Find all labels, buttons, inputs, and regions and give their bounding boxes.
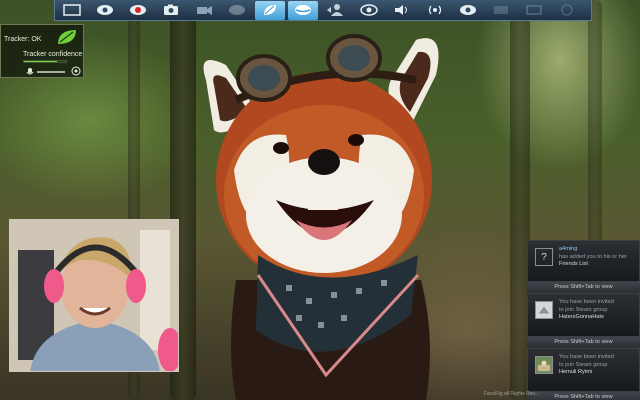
circle-button[interactable] [552, 1, 582, 20]
eye-button[interactable] [90, 1, 120, 20]
right-eye [348, 134, 364, 146]
group-icon [535, 301, 553, 319]
steam-notifications: ? a4ming has added you to his or her Fri… [527, 240, 640, 400]
film-icon [526, 5, 542, 15]
tracker-status: Tracker: OK [4, 36, 42, 43]
eye-outline-button[interactable] [354, 1, 384, 20]
eye-outline-icon [360, 4, 378, 16]
film-button[interactable] [519, 1, 549, 20]
webcam-icon[interactable] [71, 66, 81, 76]
camera-button[interactable] [156, 1, 186, 20]
eye-red-button[interactable] [123, 1, 153, 20]
leaf-icon [58, 30, 76, 44]
leaf-icon [264, 5, 276, 15]
mouth-icon [295, 5, 311, 15]
notification-text: a4ming has added you to his or her Frien… [559, 246, 627, 268]
notification-text: You have been invited to join Steam grou… [559, 354, 614, 376]
left-eye [273, 142, 289, 154]
leaf-button[interactable] [255, 0, 285, 20]
microphone-icon [26, 68, 34, 75]
eye-dim-icon [229, 5, 245, 15]
tracker-confidence-fill [24, 61, 57, 62]
red-panda-avatar [203, 34, 439, 400]
notification-text: You have been invited to join Steam grou… [559, 299, 614, 321]
notification-friend-added[interactable]: ? a4ming has added you to his or her Fri… [527, 240, 640, 282]
eye-icon [97, 5, 113, 15]
video-camera-button[interactable] [189, 1, 219, 20]
facerig-toolbar [54, 0, 592, 21]
eye-dim-button[interactable] [222, 1, 252, 20]
tracker-confidence-label: Tracker confidence [23, 51, 83, 58]
tracker-panel: Tracker: OK Tracker confidence [0, 24, 84, 78]
user-swap-button[interactable] [321, 1, 351, 20]
blank-icon [494, 6, 508, 14]
microphone-level-slider[interactable] [37, 71, 65, 73]
blank-button[interactable] [486, 1, 516, 20]
eye-red-icon [130, 5, 146, 15]
nose [308, 149, 340, 175]
notification-group-invite[interactable]: You have been invited to join Steam grou… [527, 348, 640, 392]
question-icon: ? [535, 248, 553, 266]
speaker-icon [395, 5, 407, 15]
notification-group-invite[interactable]: You have been invited to join Steam grou… [527, 293, 640, 337]
speaker-button[interactable] [387, 1, 417, 20]
press-shift-tab-prompt[interactable]: Press Shift+Tab to view [527, 392, 640, 400]
screen-frame-icon [63, 4, 81, 16]
broadcast-icon [428, 5, 442, 15]
eye-settings-button[interactable] [453, 1, 483, 20]
circle-icon [561, 4, 573, 16]
group-photo-icon [535, 356, 553, 374]
eye-settings-icon [460, 5, 476, 15]
screen-frame-button[interactable] [57, 1, 87, 20]
camera-icon [164, 4, 178, 15]
broadcast-button[interactable] [420, 1, 450, 20]
video-camera-icon [197, 6, 212, 15]
press-shift-tab-prompt[interactable]: Press Shift+Tab to view [527, 337, 640, 348]
webcam-feed [9, 219, 179, 372]
mouth-button[interactable] [288, 0, 318, 20]
press-shift-tab-prompt[interactable]: Press Shift+Tab to view [527, 282, 640, 293]
facerig-watermark: FaceRig all Rights Res... [484, 391, 540, 397]
tracker-confidence-bar [23, 60, 67, 63]
user-swap-icon [327, 4, 343, 16]
streamer-figure [10, 220, 178, 371]
